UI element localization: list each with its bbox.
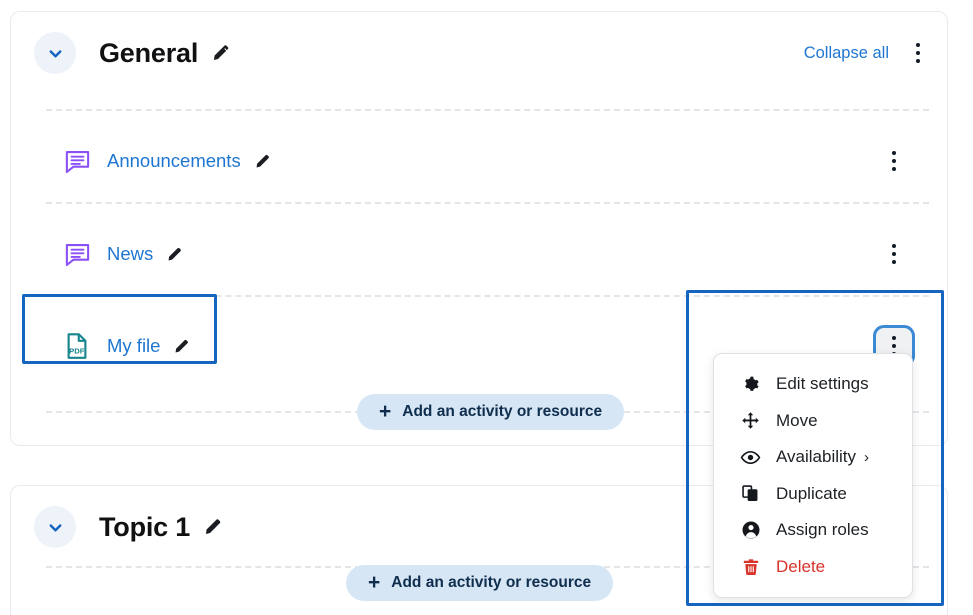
kebab-dot	[915, 50, 921, 56]
forum-glyph	[65, 150, 89, 173]
activity-kebab-wrapper	[879, 237, 909, 271]
chevron-down-icon[interactable]	[34, 32, 76, 74]
activity-action-menu: Edit settings Move Availability › Duplic…	[713, 353, 913, 598]
eye-glyph	[740, 450, 761, 464]
trash-icon	[740, 556, 761, 577]
kebab-dot	[891, 244, 897, 249]
collapse-all-link[interactable]: Collapse all	[804, 44, 889, 63]
forum-icon	[61, 145, 93, 177]
pencil-glyph	[176, 339, 189, 353]
kebab-dot	[891, 158, 897, 164]
user-circle-glyph	[742, 521, 759, 539]
menu-item-label: Move	[776, 410, 818, 430]
chevron-down-icon[interactable]	[34, 506, 76, 548]
kebab-dot	[891, 343, 897, 349]
pdf-file-glyph: PDF	[67, 333, 87, 359]
kebab-menu-icon[interactable]	[879, 237, 909, 271]
menu-item-label: Assign roles	[776, 520, 869, 540]
course-editing-page: General Collapse all Announcements News …	[0, 0, 973, 615]
move-arrows-glyph	[742, 412, 759, 429]
add-activity-or-resource-button[interactable]: + Add an activity or resource	[357, 394, 625, 430]
gear-glyph	[745, 376, 759, 391]
add-activity-label: Add an activity or resource	[391, 574, 592, 591]
menu-item-assign-roles[interactable]: Assign roles	[714, 512, 912, 549]
pdf-file-icon: PDF	[61, 330, 93, 362]
kebab-dot	[915, 43, 921, 48]
menu-item-delete[interactable]: Delete	[714, 549, 912, 586]
page-title: General	[99, 37, 199, 68]
pencil-icon[interactable]	[173, 337, 192, 356]
kebab-dot	[891, 151, 897, 156]
activity-row: Announcements	[11, 132, 947, 190]
menu-item-availability[interactable]: Availability ›	[714, 439, 912, 476]
pencil-icon[interactable]	[254, 152, 273, 171]
pencil-glyph	[256, 154, 269, 168]
duplicate-glyph	[742, 485, 758, 502]
forum-icon	[61, 238, 93, 270]
activity-kebab-wrapper	[879, 144, 909, 178]
kebab-dot	[891, 336, 897, 341]
section-header-actions-general: Collapse all	[804, 12, 933, 94]
menu-item-edit-settings[interactable]: Edit settings	[714, 366, 912, 403]
add-activity-label: Add an activity or resource	[402, 403, 603, 420]
user-circle-icon	[740, 520, 761, 541]
activity-link[interactable]: Announcements	[107, 150, 241, 172]
menu-item-label: Delete	[776, 556, 826, 576]
plus-icon: +	[368, 570, 381, 594]
kebab-menu-icon[interactable]	[879, 144, 909, 178]
eye-icon	[740, 447, 761, 468]
duplicate-icon	[740, 483, 761, 504]
trash-glyph	[743, 559, 758, 575]
page-title: Topic 1	[99, 511, 191, 542]
divider	[46, 295, 929, 297]
chevron-down-glyph	[49, 523, 61, 531]
menu-item-label: Availability	[776, 447, 857, 467]
pencil-glyph	[168, 247, 182, 261]
kebab-menu-icon[interactable]	[903, 36, 933, 70]
menu-item-label: Duplicate	[776, 483, 847, 503]
pencil-glyph	[206, 519, 221, 534]
move-arrows-icon	[740, 410, 761, 431]
menu-item-label: Edit settings	[776, 374, 869, 394]
gear-icon	[740, 374, 761, 395]
forum-glyph	[65, 243, 89, 266]
kebab-dot	[891, 251, 897, 257]
chevron-down-glyph	[49, 49, 61, 57]
divider	[46, 109, 929, 111]
menu-item-move[interactable]: Move	[714, 403, 912, 440]
add-activity-or-resource-button[interactable]: + Add an activity or resource	[346, 565, 614, 601]
kebab-dot	[891, 259, 897, 264]
svg-text:PDF: PDF	[69, 346, 85, 355]
divider	[46, 202, 929, 204]
activity-link[interactable]: My file	[107, 335, 160, 357]
pencil-glyph	[214, 45, 229, 60]
pencil-icon[interactable]	[203, 516, 225, 538]
pencil-icon[interactable]	[166, 245, 185, 264]
activity-row: News	[11, 225, 947, 283]
kebab-dot	[915, 58, 921, 63]
pencil-icon[interactable]	[211, 42, 233, 64]
kebab-dot	[891, 166, 897, 171]
plus-icon: +	[379, 399, 392, 423]
activity-link[interactable]: News	[107, 243, 153, 265]
chevron-right-icon: ›	[864, 448, 870, 466]
menu-item-duplicate[interactable]: Duplicate	[714, 476, 912, 513]
